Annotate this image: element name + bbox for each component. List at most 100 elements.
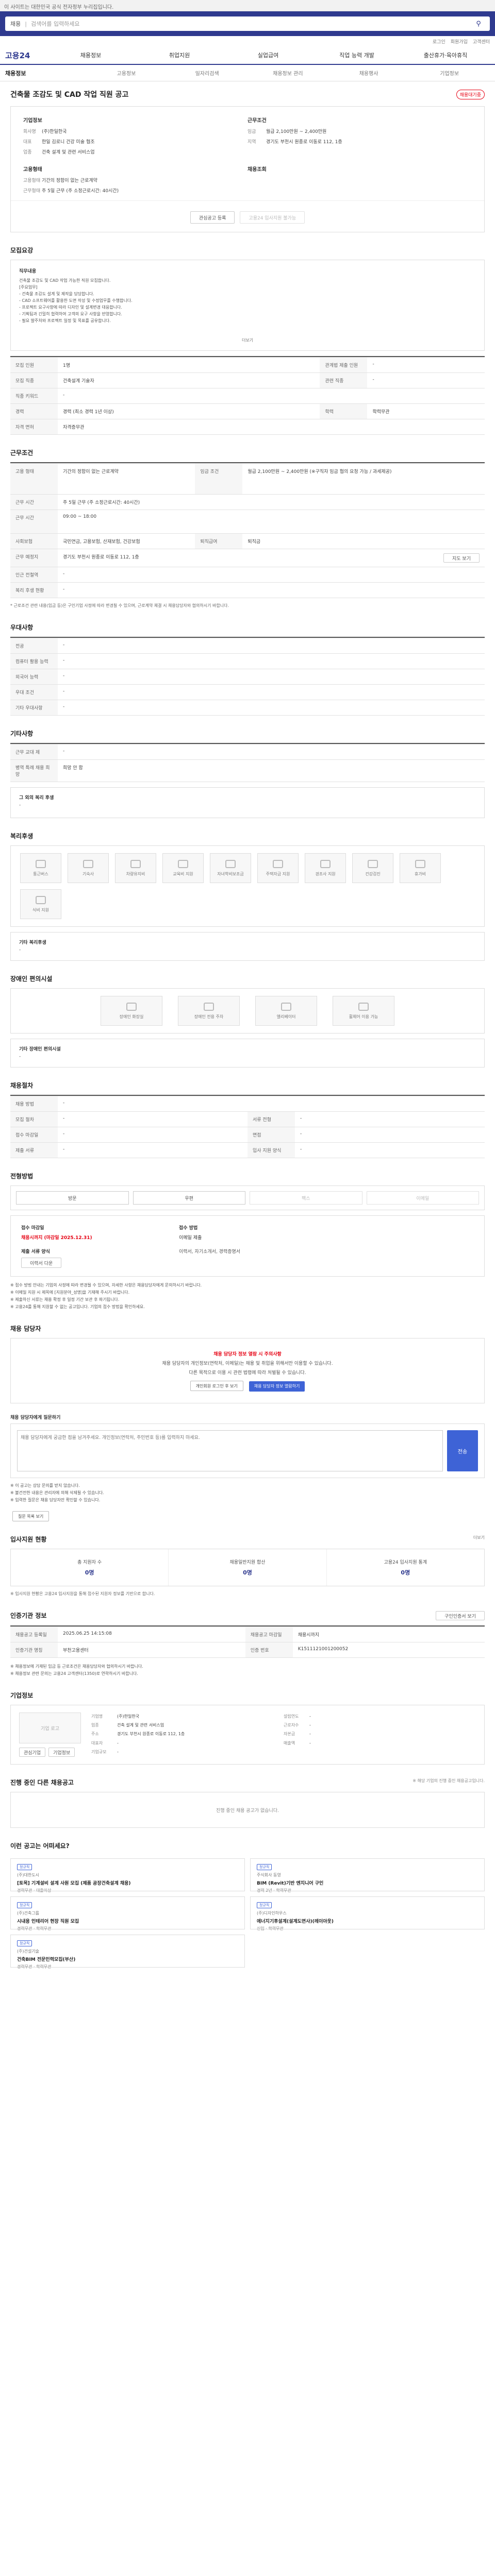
search-category[interactable]: 채용 (10, 20, 21, 28)
gnb-item-training[interactable]: 직업 능력 개발 (312, 51, 401, 59)
facility-parking: 장애인 전용 주차 (178, 996, 240, 1026)
benefits-etc-value: - (19, 947, 21, 953)
kv-value: - (309, 1714, 311, 1719)
house-icon (83, 859, 93, 868)
disability-etc-card: 기타 장애인 편의시설 - (10, 1039, 485, 1067)
map-button[interactable]: 지도 보기 (443, 553, 480, 563)
job-description: 직무내용 건축물 조감도 및 CAD 작업 가능한 직원 모집합니다. [주요업… (10, 260, 485, 351)
table-head: 접수 마감일 (10, 1127, 58, 1143)
apply-fax-button[interactable]: 팩스 (250, 1191, 362, 1205)
job-meta: 경력무관 · 학력무관 (17, 1964, 52, 1969)
lnb-item-search[interactable]: 일자리검색 (167, 69, 248, 77)
signup-link[interactable]: 회원가입 (451, 38, 468, 45)
recommend-card[interactable]: 정규직 (주)건축그룹 시내용 인테리어 현장 직원 모집 경력무관 · 학력무관 (10, 1896, 245, 1931)
elevator-icon (281, 1002, 291, 1011)
qna-send-button[interactable]: 전송 (447, 1430, 478, 1471)
lnb-item-jobs[interactable]: 채용정보 (5, 69, 86, 77)
scrap-button[interactable]: 관심공고 등록 (190, 211, 235, 224)
kv-value: (주)한일한국 (117, 1714, 140, 1719)
kv-key: 고용형태 (23, 178, 41, 183)
info-note: ※ 채용정보에 기재된 임금 등 근로조건은 채용담당자와 협의하시기 바랍니다… (10, 1664, 143, 1669)
lnb-item-company[interactable]: 기업정보 (409, 69, 490, 77)
gnb-item-support[interactable]: 취업지원 (135, 51, 224, 59)
summary-extra: 채용조회 (248, 165, 472, 196)
kv-value: 건축 설계 및 관련 서비스업 (117, 1723, 164, 1728)
kv-key: 매출액 (284, 1740, 295, 1745)
stat-label: 총 지원자 수 (77, 1560, 102, 1565)
manager-view-button[interactable]: 채용 담당자 정보 열람하기 (249, 1381, 305, 1392)
benefit-family-event: 경조사 지원 (305, 853, 346, 883)
child-icon (225, 859, 236, 868)
recommend-card[interactable]: 정규직 (주)건설기술 건축BIM 전문인력모집(부산) 경력무관 · 학력무관 (10, 1935, 245, 1969)
kv-key: 기업명 (91, 1714, 103, 1719)
job-title[interactable]: 에너지기후설계(설계도면사)(레이아웃) (257, 1918, 478, 1924)
table-head: 모집 직종 (10, 372, 58, 388)
docs-value: 이력서, 자기소개서, 경력증명서 (179, 1249, 241, 1255)
login-link[interactable]: 로그인 (433, 38, 446, 45)
table-cell: 경기도 부천시 원종로 이동로 112, 1층 (58, 549, 243, 567)
kv-value: 주 5일 근무 (주 소정근로시간: 40시간) (42, 189, 119, 194)
resume-download-button[interactable]: 이력서 다운 (21, 1258, 62, 1268)
kv-value: - (117, 1740, 119, 1745)
table-head: 관계법 제출 인원 (320, 357, 368, 373)
lnb-item-manage[interactable]: 채용정보 관리 (248, 69, 328, 77)
search-input[interactable]: 검색어를 입력하세요 (31, 20, 472, 28)
facility-wheelchair: 휠체어 이용 가능 (333, 996, 394, 1026)
apply-mail-button[interactable]: 우편 (133, 1191, 245, 1205)
gnb-item-unemployment[interactable]: 실업급여 (224, 51, 312, 59)
table-head: 인증 번호 (245, 1642, 293, 1658)
cert-button[interactable]: 구인인증서 보기 (436, 1611, 485, 1620)
job-title[interactable]: 건축BIM 전문인력모집(부산) (17, 1956, 238, 1962)
stat-general: 채용일반지원 합산 0명 (169, 1549, 327, 1586)
recruit-table: 모집 인원 1명 관계법 제출 인원 - 모집 직종 건축설계 기술자 관련 직종 - 직종… (10, 356, 485, 435)
stat-total: 총 지원자 수 0명 (11, 1549, 169, 1586)
apply-info: 접수 마감일 채용시까지 (마감일 2025.12.31) 제출 서류 양식 이… (10, 1215, 485, 1277)
summary-employment-head: 고용형태 (23, 167, 42, 173)
qna-list-button[interactable]: 질문 목록 보기 (12, 1511, 50, 1521)
job-title[interactable]: [토목] 기계설비 설계 사원 모집 (제품 공장건축설계 채용) (17, 1879, 238, 1886)
lnb-item-employment[interactable]: 고용정보 (86, 69, 167, 77)
more-button[interactable]: 더보기 (19, 337, 476, 343)
help-link[interactable]: 고객센터 (473, 38, 490, 45)
table-cell: 채용시까지 (292, 1626, 485, 1642)
gift-icon (320, 859, 331, 868)
apply-email-button[interactable]: 이메일 (366, 1191, 479, 1205)
table-head: 면접 (248, 1127, 295, 1143)
gnb-item-leave[interactable]: 출산휴가·육아휴직 (401, 51, 490, 59)
table-cell: - (58, 1111, 248, 1127)
search-box[interactable]: 채용 | 검색어를 입력하세요 ⚲ (5, 16, 490, 31)
recommend-card[interactable]: 정규직 (주)대한도시 [토목] 기계설비 설계 사원 모집 (제품 공장건축설계 … (10, 1858, 245, 1893)
search-icon[interactable]: ⚲ (472, 20, 485, 28)
work-note: * 근로조건 관련 내용(임금 등)은 구인기업 사정에 따라 변경될 수 있으… (10, 603, 229, 608)
job-title[interactable]: BIM (Revit)기반 엔지니어 구인 (257, 1879, 478, 1886)
desc-line: - 프로젝트 요구사항에 따라 디자인 및 설계변경 대응합니다. (19, 305, 122, 310)
manager-login-button[interactable]: 개인회원 로그인 후 보기 (190, 1381, 243, 1391)
stats-more-link[interactable]: 더보기 (473, 1535, 485, 1544)
lnb-item-events[interactable]: 채용행사 (328, 69, 409, 77)
home-loan-icon (273, 859, 283, 868)
apply-button[interactable]: 고용24 입사지원 불가능 (240, 211, 305, 224)
other-etc-card: 그 외의 복리 후생 - (10, 787, 485, 818)
kv-value: - (309, 1723, 311, 1728)
kv-key: 근무형태 (23, 189, 41, 194)
company-fav-button[interactable]: 관심기업 (19, 1748, 46, 1757)
qna-notes: ※ 이 공고는 상담 문의를 받지 않습니다. ※ 불건전한 내용은 관리자에 … (10, 1482, 485, 1504)
table-cell: - (58, 653, 485, 669)
job-meta: 신입 · 학력무관 (257, 1926, 284, 1931)
kv-value: 한일 김로니 건강 미술 협조 (42, 140, 95, 145)
job-tag: 정규직 (17, 1940, 32, 1946)
recommend-card[interactable]: 정규직 주식회사 동영 BIM (Revit)기반 엔지니어 구인 경력 2년 · 학… (250, 1858, 485, 1893)
apply-visit-button[interactable]: 방문 (16, 1191, 129, 1205)
job-title[interactable]: 시내용 인테리어 현장 직원 모집 (17, 1918, 238, 1924)
benefit-label: 경조사 지원 (315, 871, 336, 876)
gnb-item-jobs[interactable]: 채용정보 (46, 51, 135, 59)
table-head: 병역 특례 채용 희망 (10, 759, 58, 782)
site-logo[interactable]: 고용24 (5, 50, 46, 61)
table-cell: - (58, 1096, 485, 1112)
kv-key: 회사명 (23, 129, 36, 134)
recommend-card[interactable]: 정규직 (주)디자인하우스 에너지기후설계(설계도면사)(레이아웃) 신입 · 학력무… (250, 1896, 485, 1931)
company-info-button[interactable]: 기업정보 (48, 1748, 75, 1757)
table-cell: - (58, 582, 485, 598)
qna-input[interactable] (17, 1430, 443, 1471)
table-cell: 경력 (최소 경력 1년 이상) (58, 403, 320, 419)
